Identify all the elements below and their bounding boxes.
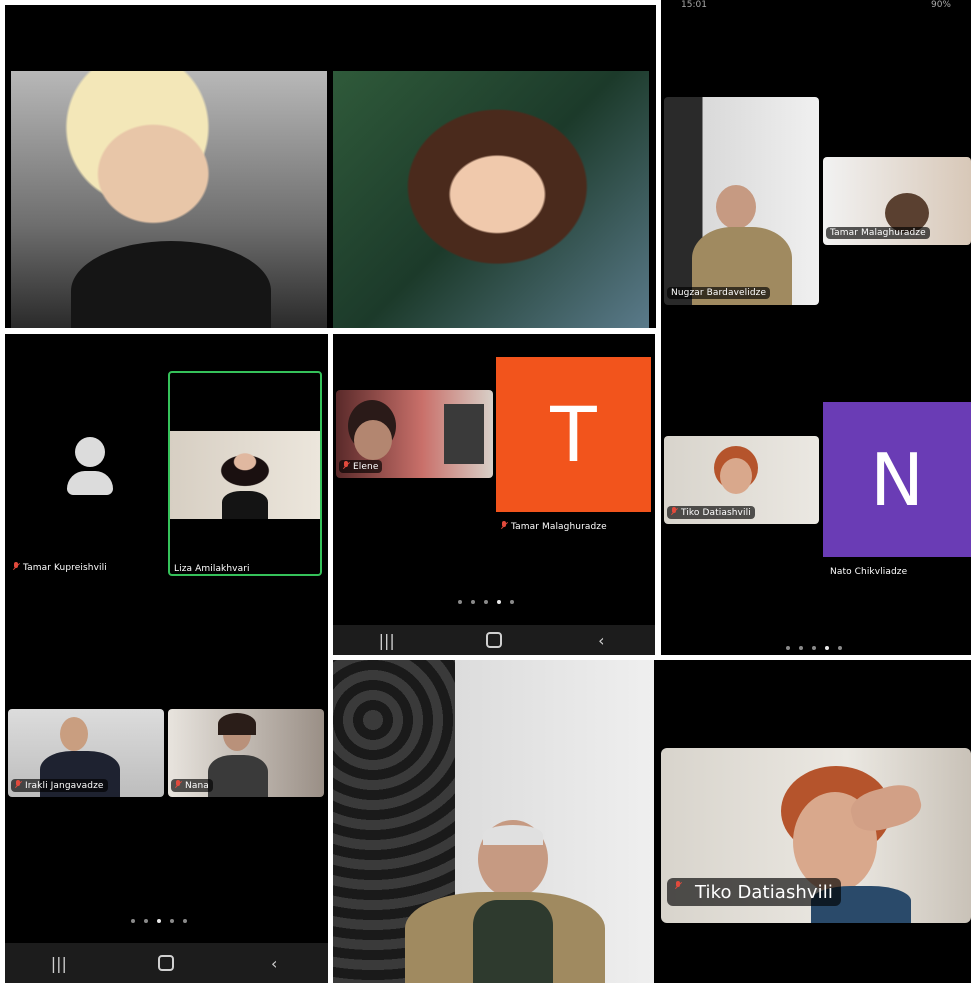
page-dot[interactable] <box>170 919 174 923</box>
screenshot-panel-3: Elene T Tamar Malaghuradze ||| ‹ <box>333 334 655 655</box>
screenshot-panel-1 <box>5 5 656 328</box>
participant-tile-nugzar-bardavelidze[interactable]: Nugzar Bardavelidze <box>664 97 819 305</box>
recents-button[interactable]: ||| <box>44 953 74 973</box>
muted-mic-icon <box>671 507 678 516</box>
jacket-shape <box>71 241 271 328</box>
participant-tile-tiko-datiashvili-large[interactable]: Tiko Datiashvili <box>661 748 971 923</box>
page-dot[interactable] <box>131 919 135 923</box>
page-dot[interactable] <box>458 600 462 604</box>
muted-mic-icon <box>175 780 182 789</box>
page-dot[interactable] <box>484 600 488 604</box>
participant-name-label: Tamar Malaghuradze <box>501 521 607 532</box>
page-dot-active[interactable] <box>497 600 501 604</box>
screenshot-panel-5 <box>333 660 654 983</box>
participant-video <box>170 431 320 519</box>
page-dot[interactable] <box>799 646 803 650</box>
participant-tile-tamar-kupreishvili[interactable]: Tamar Kupreishvili <box>5 374 165 579</box>
page-dot[interactable] <box>471 600 475 604</box>
page-indicator[interactable] <box>786 646 842 650</box>
participant-photo-curly-hair-woman <box>333 71 649 328</box>
home-button[interactable] <box>151 953 181 973</box>
participant-name-label: Tiko Datiashvili <box>667 878 841 906</box>
home-icon <box>158 955 175 971</box>
muted-mic-icon <box>675 881 689 899</box>
avatar-letter: N <box>870 437 924 522</box>
participant-tile-tamar-malaghuradze[interactable]: Tamar Malaghuradze <box>823 157 971 245</box>
participant-tile-nato-chikvliadze[interactable]: N <box>823 402 971 557</box>
participant-tile-liza-amilakhvari[interactable]: Liza Amilakhvari <box>168 371 322 576</box>
page-dot[interactable] <box>838 646 842 650</box>
recents-button[interactable]: ||| <box>372 630 402 650</box>
status-time: 15:01 <box>681 0 707 10</box>
android-nav-bar: ||| ‹ <box>333 625 655 655</box>
participant-name-label: Tiko Datiashvili <box>667 506 755 519</box>
page-dot[interactable] <box>183 919 187 923</box>
page-indicator[interactable] <box>131 919 187 923</box>
participant-photo-blonde-woman <box>11 71 327 328</box>
participant-name-label: Elene <box>339 460 383 473</box>
home-button[interactable] <box>479 630 509 650</box>
participant-tile-nana[interactable]: Nana <box>168 709 324 797</box>
battery-level: 90% <box>930 0 951 10</box>
muted-mic-icon <box>15 780 22 789</box>
back-button[interactable]: ‹ <box>586 630 616 650</box>
muted-mic-icon <box>13 562 20 571</box>
status-bar: 15:01 90% <box>661 0 971 14</box>
participant-name-label: Irakli Jangavadze <box>11 779 108 792</box>
page-dot[interactable] <box>510 600 514 604</box>
muted-mic-icon <box>343 461 350 470</box>
screenshot-panel-4: 15:01 90% Nugzar Bardavelidze Tamar Mala… <box>661 0 971 655</box>
muted-mic-icon <box>501 521 508 530</box>
home-icon <box>485 632 502 648</box>
back-button[interactable]: ‹ <box>259 953 289 973</box>
participant-tile-irakli-jangavadze[interactable]: Irakli Jangavadze <box>8 709 164 797</box>
participant-name-label: Tamar Malaghuradze <box>826 227 930 239</box>
participant-tile-tamar-malaghuradze[interactable]: T <box>496 357 651 512</box>
participant-name-label: Nana <box>171 779 213 792</box>
avatar-letter: T <box>550 390 597 479</box>
participant-name-label: Liza Amilakhvari <box>174 564 250 574</box>
page-indicator[interactable] <box>458 600 514 604</box>
page-dot[interactable] <box>144 919 148 923</box>
screenshot-panel-6: Tiko Datiashvili <box>654 660 971 983</box>
page-dot-active[interactable] <box>157 919 161 923</box>
participant-name-label: Tamar Kupreishvili <box>13 562 107 573</box>
page-dot[interactable] <box>786 646 790 650</box>
participant-name-label: Nato Chikvliadze <box>830 567 908 577</box>
participant-name-label: Nugzar Bardavelidze <box>667 287 771 299</box>
page-dot-active[interactable] <box>825 646 829 650</box>
page-dot[interactable] <box>812 646 816 650</box>
android-nav-bar: ||| ‹ <box>5 943 328 983</box>
screenshot-panel-2: Tamar Kupreishvili Liza Amilakhvari Irak… <box>5 334 328 983</box>
participant-tile-elene[interactable]: Elene <box>336 390 493 478</box>
default-avatar-icon <box>67 437 113 495</box>
participant-tile-tiko-datiashvili[interactable]: Tiko Datiashvili <box>664 436 819 524</box>
